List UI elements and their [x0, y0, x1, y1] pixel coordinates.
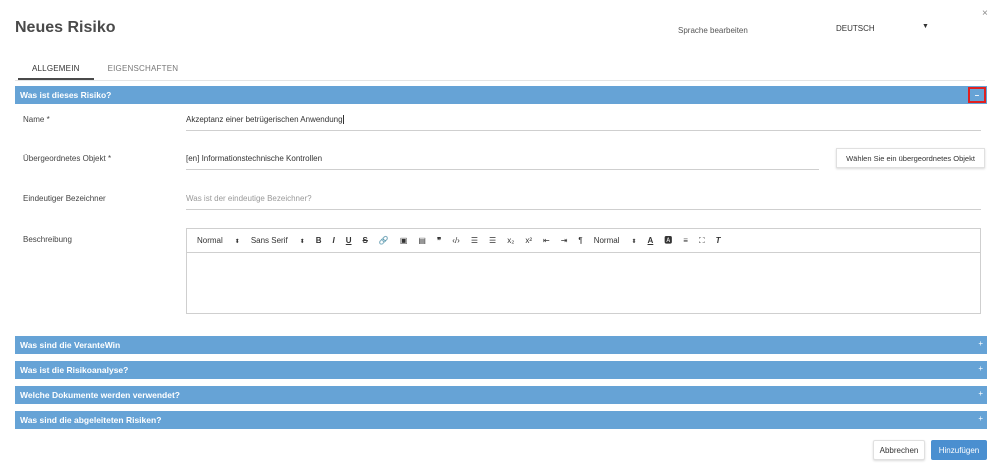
clear-format-icon[interactable]: T: [716, 236, 721, 245]
minus-icon: –: [974, 90, 980, 100]
caret-down-icon: ▼: [922, 23, 929, 30]
close-icon[interactable]: ×: [982, 8, 988, 19]
heading-select[interactable]: Normal ⬍: [197, 236, 240, 245]
expand-icon[interactable]: +: [978, 364, 983, 373]
section-derived-label: Was sind die abgeleiteten Risiken?: [20, 415, 162, 425]
section-analysis[interactable]: Was ist die Risikoanalyse? +: [15, 361, 987, 379]
cancel-button[interactable]: Abbrechen: [873, 440, 925, 460]
name-label: Name *: [23, 115, 50, 124]
parent-field[interactable]: [en] Informationstechnische Kontrollen: [186, 154, 819, 170]
section-responsible[interactable]: Was sind die VeranteWin +: [15, 336, 987, 354]
section-responsible-label: Was sind die VeranteWin: [20, 340, 121, 350]
select-parent-button[interactable]: Wählen Sie ein übergeordnetes Objekt: [836, 148, 985, 168]
language-select[interactable]: DEUTSCH ▼: [834, 18, 944, 38]
description-label: Beschreibung: [23, 235, 72, 244]
bold-icon[interactable]: B: [316, 236, 322, 245]
superscript-icon[interactable]: x²: [525, 236, 532, 245]
background-color-icon[interactable]: 🅰: [664, 235, 672, 246]
section-what-is[interactable]: Was ist dieses Risiko? –: [15, 86, 987, 104]
select-arrow-icon: ⬍: [299, 239, 305, 245]
outdent-icon[interactable]: ⇤: [543, 236, 550, 245]
bullet-list-icon[interactable]: ☰: [489, 236, 496, 245]
strike-icon[interactable]: S: [363, 236, 368, 245]
language-value: DEUTSCH: [836, 23, 875, 33]
video-icon[interactable]: ▤: [418, 236, 426, 245]
underline-icon[interactable]: U: [346, 236, 352, 245]
subscript-icon[interactable]: x₂: [507, 236, 514, 245]
expand-icon[interactable]: +: [978, 389, 983, 398]
font-select[interactable]: Sans Serif ⬍: [251, 236, 305, 245]
name-field[interactable]: Akzeptanz einer betrügerischen Anwendung: [186, 115, 981, 132]
rtl-icon[interactable]: ¶: [578, 236, 582, 245]
font-select-value: Sans Serif: [250, 236, 288, 245]
identifier-label: Eindeutiger Bezeichner: [23, 194, 106, 203]
italic-icon[interactable]: I: [333, 236, 335, 245]
expand-icon[interactable]: +: [978, 414, 983, 423]
identifier-field[interactable]: Was ist der eindeutige Bezeichner?: [186, 194, 981, 210]
text-cursor: [342, 115, 344, 125]
collapse-button[interactable]: –: [968, 87, 986, 103]
indent-icon[interactable]: ⇥: [561, 236, 568, 245]
text-color-icon[interactable]: A: [648, 236, 654, 245]
tab-properties[interactable]: EIGENSCHAFTEN: [94, 56, 193, 80]
size-select-value: Normal: [593, 236, 620, 245]
section-what-is-label: Was ist dieses Risiko?: [20, 90, 112, 100]
description-editor[interactable]: Normal ⬍ Sans Serif ⬍ B I U S 🔗 ▣ ▤ ❞ ‹/› …: [186, 228, 981, 314]
parent-label: Übergeordnetes Objekt *: [23, 154, 112, 163]
expand-icon[interactable]: +: [978, 339, 983, 348]
select-arrow-icon: ⬍: [234, 239, 240, 245]
section-derived[interactable]: Was sind die abgeleiteten Risiken? +: [15, 411, 987, 429]
size-select[interactable]: Normal ⬍: [594, 236, 637, 245]
image-icon[interactable]: ▣: [400, 236, 408, 245]
tab-bar: ALLGEMEIN EIGENSCHAFTEN: [18, 56, 192, 80]
quote-icon[interactable]: ❞: [437, 236, 441, 245]
language-label: Sprache bearbeiten: [678, 26, 748, 35]
section-documents-label: Welche Dokumente werden verwendet?: [20, 390, 180, 400]
add-button[interactable]: Hinzufügen: [931, 440, 987, 460]
link-icon[interactable]: 🔗: [379, 236, 389, 245]
ordered-list-icon[interactable]: ☰: [471, 236, 478, 245]
select-arrow-icon: ⬍: [631, 239, 637, 245]
tabs-divider: [15, 80, 985, 81]
section-documents[interactable]: Welche Dokumente werden verwendet? +: [15, 386, 987, 404]
dialog-title: Neues Risiko: [15, 19, 116, 36]
section-analysis-label: Was ist die Risikoanalyse?: [20, 365, 129, 375]
fullscreen-icon[interactable]: ⛶: [699, 236, 705, 246]
name-value: Akzeptanz einer betrügerischen Anwendung: [186, 115, 343, 124]
editor-toolbar: Normal ⬍ Sans Serif ⬍ B I U S 🔗 ▣ ▤ ❞ ‹/› …: [187, 229, 980, 253]
tab-general[interactable]: ALLGEMEIN: [18, 56, 94, 80]
code-icon[interactable]: ‹/›: [452, 236, 460, 245]
heading-select-value: Normal: [197, 236, 223, 245]
align-icon[interactable]: ≡: [683, 236, 688, 245]
